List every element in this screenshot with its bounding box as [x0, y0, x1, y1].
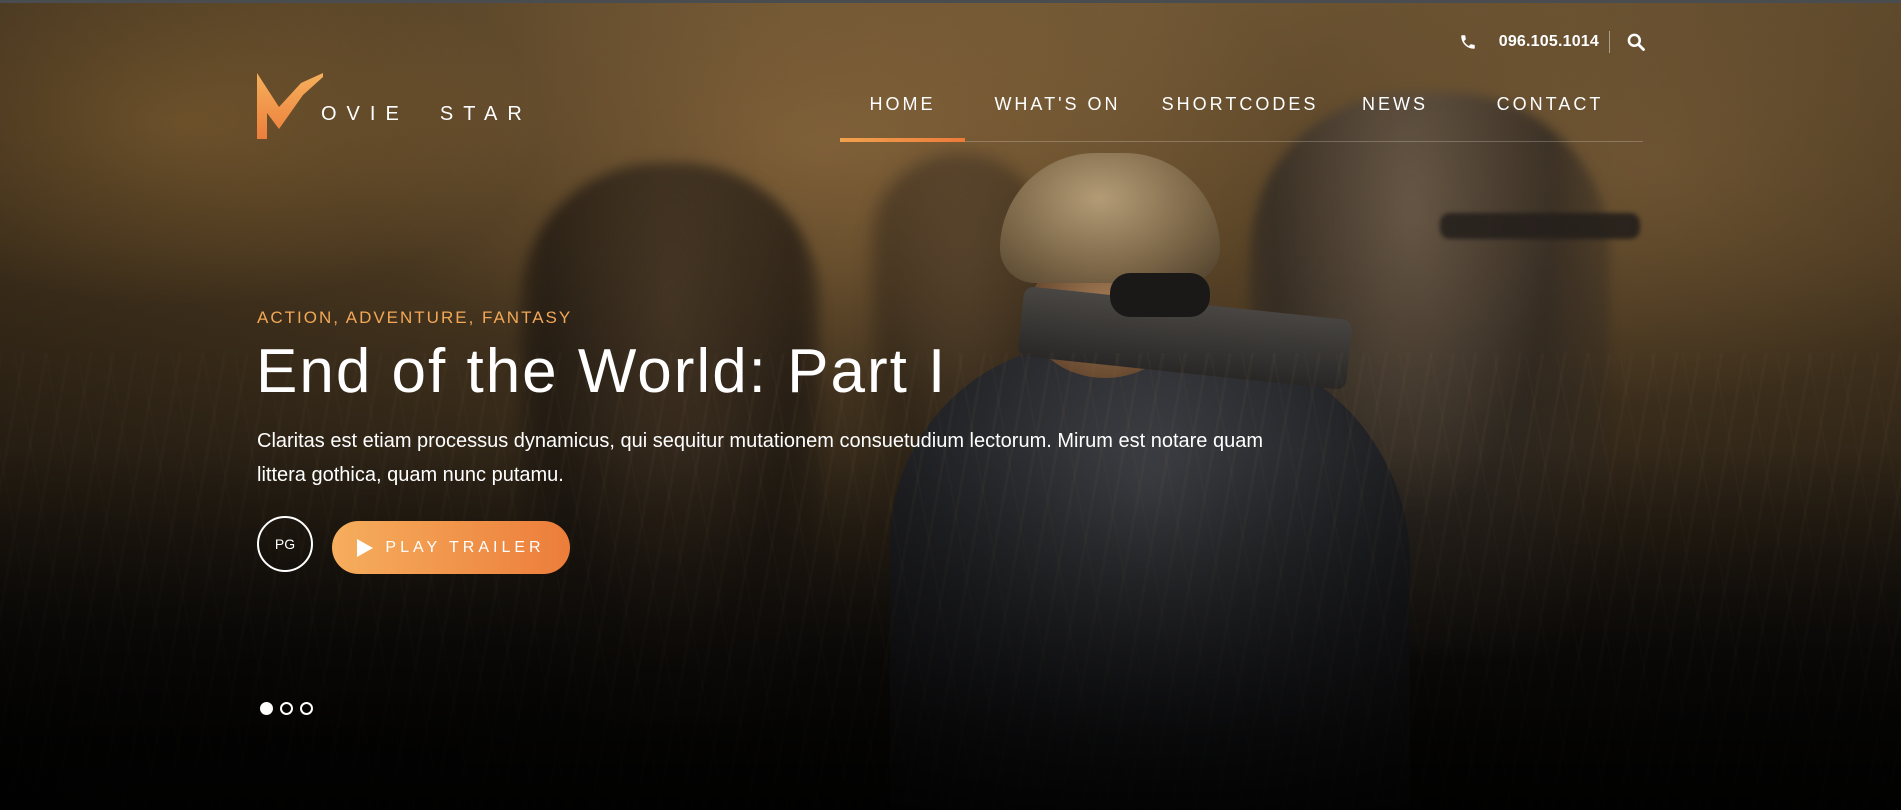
nav-item-label: HOME [869, 94, 936, 114]
play-trailer-label: PLAY TRAILER [385, 538, 545, 556]
logo-text: OVIE STAR [321, 103, 532, 125]
main-navigation: HOME WHAT'S ON SHORTCODES NEWS CONTACT [840, 85, 1643, 142]
slider-dot-2[interactable] [280, 702, 293, 715]
nav-item-contact[interactable]: CONTACT [1460, 85, 1640, 140]
movie-title: End of the World: Part I [256, 337, 948, 406]
nav-item-shortcodes[interactable]: SHORTCODES [1150, 85, 1330, 140]
rating-badge: PG [257, 516, 313, 572]
topbar-divider [1609, 31, 1610, 53]
slider-pagination [260, 702, 313, 715]
nav-item-label: WHAT'S ON [994, 94, 1121, 114]
phone-icon [1460, 35, 1475, 49]
play-icon [357, 538, 374, 557]
movie-description: Claritas est etiam processus dynamicus, … [257, 430, 1263, 486]
nav-item-whats-on[interactable]: WHAT'S ON [965, 85, 1150, 140]
site-logo[interactable]: OVIE STAR [257, 73, 532, 139]
hero-slide: 096.105.1014 OVIE STAR HOME WHAT'S ON SH… [0, 0, 1901, 810]
top-contact-bar: 096.105.1014 [1459, 30, 1646, 54]
nav-item-label: NEWS [1362, 94, 1428, 114]
nav-item-news[interactable]: NEWS [1330, 85, 1460, 140]
nav-item-label: CONTACT [1496, 94, 1604, 114]
slider-dot-1[interactable] [260, 702, 273, 715]
play-trailer-button[interactable]: PLAY TRAILER [332, 521, 570, 574]
nav-item-home[interactable]: HOME [840, 85, 965, 142]
rating-label: PG [274, 536, 296, 552]
phone-number[interactable]: 096.105.1014 [1499, 33, 1599, 51]
nav-active-indicator [840, 138, 965, 142]
movie-genres[interactable]: ACTION, ADVENTURE, FANTASY [257, 308, 572, 328]
nav-item-label: SHORTCODES [1161, 94, 1319, 114]
slider-dot-3[interactable] [300, 702, 313, 715]
logo-m-mark [257, 73, 323, 139]
search-icon[interactable] [1626, 32, 1646, 52]
